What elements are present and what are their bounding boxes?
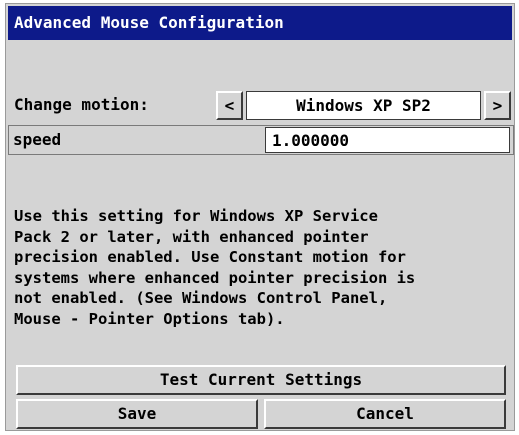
- motion-prev-button[interactable]: <: [216, 91, 243, 120]
- cancel-button[interactable]: Cancel: [264, 399, 506, 429]
- change-motion-label: Change motion:: [14, 95, 149, 114]
- chevron-left-icon: <: [224, 96, 235, 115]
- test-settings-button[interactable]: Test Current Settings: [16, 365, 506, 395]
- mouse-config-window: Advanced Mouse Configuration Change moti…: [5, 3, 515, 431]
- motion-next-button[interactable]: >: [484, 91, 511, 120]
- speed-input[interactable]: [265, 127, 510, 153]
- motion-description: Use this setting for Windows XP Service …: [14, 207, 416, 328]
- window-title: Advanced Mouse Configuration: [8, 6, 512, 40]
- speed-label: speed: [13, 130, 62, 149]
- speed-row: speed: [8, 125, 514, 155]
- save-button[interactable]: Save: [16, 399, 258, 429]
- motion-value-display: Windows XP SP2: [246, 91, 481, 120]
- chevron-right-icon: >: [492, 96, 503, 115]
